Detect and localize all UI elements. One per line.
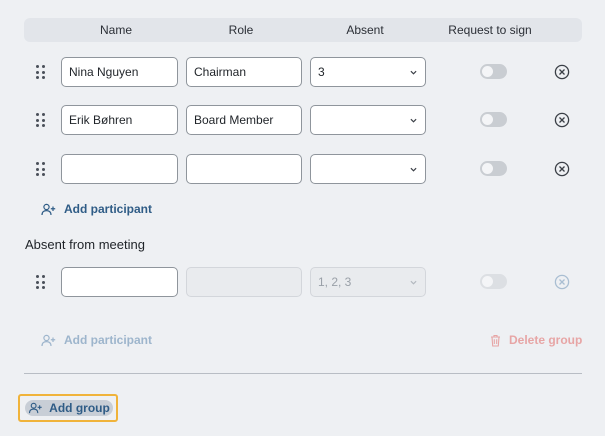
column-header-role: Role (228, 23, 254, 37)
participant-absent-select[interactable]: 3 (310, 57, 426, 87)
add-participant-label: Add participant (64, 202, 153, 216)
participant-absent-select[interactable] (310, 105, 426, 135)
drag-handle-icon[interactable] (36, 65, 45, 79)
person-add-icon (41, 334, 56, 346)
person-add-icon (29, 402, 42, 414)
close-circle-icon[interactable] (554, 112, 570, 128)
add-participant-button[interactable]: Add participant (41, 333, 152, 347)
chevron-down-icon (410, 118, 417, 123)
participants-table-header: Name Role Absent Request to sign (24, 18, 582, 42)
participant-row (0, 153, 605, 185)
request-to-sign-toggle[interactable] (480, 112, 507, 127)
group-title: Absent from meeting (25, 237, 145, 252)
participant-role-input[interactable]: Chairman (186, 57, 302, 87)
participant-row: Erik Bøhren Board Member (0, 104, 605, 136)
participant-name-input[interactable]: Nina Nguyen (61, 57, 178, 87)
request-to-sign-toggle[interactable] (480, 64, 507, 79)
participant-absent-select[interactable]: 1, 2, 3 (310, 267, 426, 297)
participant-name-input[interactable] (61, 154, 178, 184)
drag-handle-icon[interactable] (36, 162, 45, 176)
trash-icon (491, 334, 500, 347)
participant-name-input[interactable] (61, 267, 178, 297)
participant-role-input[interactable]: Board Member (186, 105, 302, 135)
divider (24, 373, 582, 374)
close-circle-icon[interactable] (554, 161, 570, 177)
delete-group-button[interactable]: Delete group (490, 333, 582, 347)
participant-row: Nina Nguyen Chairman 3 (0, 56, 605, 88)
column-header-name: Name (99, 23, 133, 37)
chevron-down-icon (410, 70, 417, 75)
person-add-icon (41, 203, 56, 215)
absent-select-value: 3 (318, 65, 325, 79)
participant-absent-select[interactable] (310, 154, 426, 184)
add-group-button[interactable]: Add group (25, 400, 113, 416)
delete-group-label: Delete group (509, 333, 583, 347)
drag-handle-icon[interactable] (36, 113, 45, 127)
column-header-request-to-sign: Request to sign (448, 23, 532, 37)
add-group-label: Add group (49, 401, 110, 415)
add-group-focus-ring: Add group (18, 394, 118, 422)
close-circle-icon[interactable] (554, 64, 570, 80)
participant-role-input[interactable] (186, 154, 302, 184)
participant-role-input[interactable] (186, 267, 302, 297)
close-circle-icon[interactable] (554, 274, 570, 290)
add-participant-button[interactable]: Add participant (41, 202, 152, 216)
participant-name-input[interactable]: Erik Bøhren (61, 105, 178, 135)
request-to-sign-toggle[interactable] (480, 161, 507, 176)
absent-select-value: 1, 2, 3 (318, 275, 352, 289)
chevron-down-icon (410, 280, 417, 285)
participant-row: 1, 2, 3 (0, 266, 605, 298)
drag-handle-icon[interactable] (36, 275, 45, 289)
add-participant-label: Add participant (64, 333, 153, 347)
column-header-absent: Absent (346, 23, 384, 37)
request-to-sign-toggle[interactable] (480, 274, 507, 289)
chevron-down-icon (410, 167, 417, 172)
